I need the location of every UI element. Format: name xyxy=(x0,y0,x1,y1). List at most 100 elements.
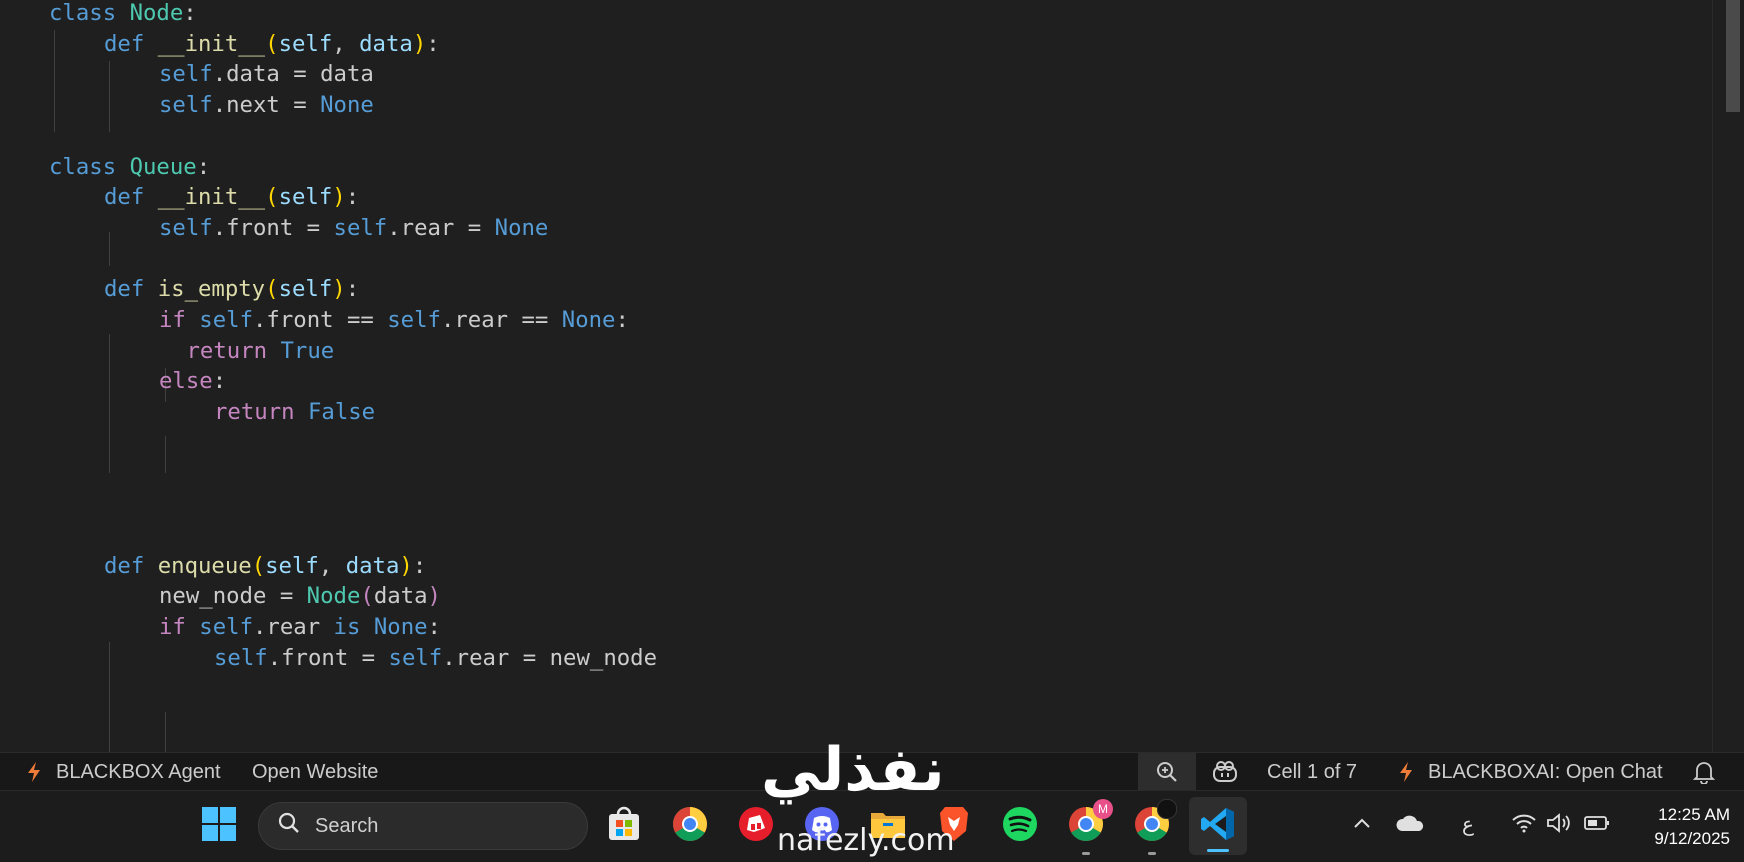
code-token: def xyxy=(104,552,145,579)
code-line[interactable]: class Queue: xyxy=(49,150,210,184)
code-line[interactable]: def __init__(self): xyxy=(104,180,359,214)
code-token: ( xyxy=(265,30,279,57)
wifi-status[interactable] xyxy=(1510,811,1538,839)
blackbox-agent-label: BLACKBOX Agent xyxy=(56,761,221,783)
code-line[interactable]: return False xyxy=(214,395,375,429)
spotify-button[interactable] xyxy=(999,805,1041,847)
running-indicator xyxy=(1082,852,1090,855)
battery-status[interactable] xyxy=(1583,811,1611,839)
code-token: .front == xyxy=(253,307,388,333)
blackbox-open-chat-item[interactable]: BLACKBOXAI: Open Chat xyxy=(1398,753,1663,791)
code-token: self xyxy=(199,307,253,333)
folder-icon xyxy=(869,807,907,846)
chrome-profile-m-button[interactable]: M xyxy=(1065,799,1113,855)
code-token: ( xyxy=(251,552,266,579)
indent-guide xyxy=(109,334,110,473)
status-bar: BLACKBOX Agent Open Website Cell 1 of 7 … xyxy=(0,752,1744,791)
code-line[interactable]: def __init__(self, data): xyxy=(104,27,440,61)
open-website-label: Open Website xyxy=(252,761,379,783)
code-line[interactable]: else: xyxy=(159,364,226,398)
code-line[interactable]: self.front = self.rear = None xyxy=(159,211,548,245)
onedrive-button[interactable] xyxy=(1394,811,1426,839)
vscode-button[interactable] xyxy=(1189,797,1247,855)
vscode-icon xyxy=(1200,806,1236,847)
code-line[interactable]: def enqueue(self, data): xyxy=(104,549,426,583)
profile-badge: M xyxy=(1093,799,1113,819)
code-line[interactable]: self.data = data xyxy=(159,57,374,91)
indent-guide xyxy=(165,712,166,752)
input-language-button[interactable]: ع xyxy=(1456,809,1480,839)
code-line[interactable]: self.next = None xyxy=(159,88,374,122)
cell-indicator[interactable]: Cell 1 of 7 xyxy=(1267,753,1357,791)
microsoft-store-button[interactable] xyxy=(603,805,645,847)
code-token: self xyxy=(388,644,443,671)
indent-guide xyxy=(109,232,110,266)
code-line[interactable]: return True xyxy=(187,334,335,368)
chrome-icon xyxy=(672,806,708,847)
taskbar-search[interactable]: Search xyxy=(258,802,588,850)
blackbox-agent-item[interactable]: BLACKBOX Agent xyxy=(26,753,221,791)
code-token: def xyxy=(104,30,145,57)
file-explorer-button[interactable] xyxy=(867,805,909,847)
code-token: self xyxy=(159,92,213,119)
code-token: self xyxy=(333,214,388,241)
copilot-button[interactable] xyxy=(1212,753,1238,791)
code-line[interactable]: if self.front == self.rear == None: xyxy=(159,303,629,337)
code-token: .front = xyxy=(267,644,389,671)
language-label: ع xyxy=(1462,813,1474,836)
code-token: Node xyxy=(129,0,184,26)
brave-button[interactable] xyxy=(933,805,975,847)
zoom-button[interactable] xyxy=(1138,753,1196,791)
code-editor[interactable]: class Node: def __init__(self, data): self… xyxy=(0,0,1712,752)
open-chat-label: BLACKBOXAI: Open Chat xyxy=(1428,761,1663,783)
open-website-item[interactable]: Open Website xyxy=(252,753,378,791)
notifications-button[interactable] xyxy=(1693,753,1715,791)
code-token: : xyxy=(427,614,441,640)
active-indicator xyxy=(1207,849,1229,852)
code-token: .front = xyxy=(212,214,334,241)
code-line[interactable]: def is_empty(self): xyxy=(104,272,359,306)
discord-button[interactable] xyxy=(801,805,843,847)
volume-status[interactable] xyxy=(1545,811,1573,839)
code-token: ( xyxy=(360,583,374,610)
code-token: self xyxy=(278,30,333,57)
code-token: return xyxy=(214,399,295,426)
code-token: : xyxy=(615,307,629,333)
code-token: self xyxy=(387,307,441,333)
code-token: : xyxy=(345,184,360,211)
code-token: Node xyxy=(306,583,361,610)
start-button[interactable] xyxy=(198,805,240,847)
system-clock[interactable]: 12:25 AM 9/12/2025 xyxy=(1620,803,1730,851)
code-line[interactable]: new_node = Node(data) xyxy=(159,579,441,613)
code-token: self xyxy=(278,184,333,211)
code-line[interactable]: if self.rear is None: xyxy=(159,610,441,644)
chrome-button[interactable] xyxy=(669,805,711,847)
code-token: def xyxy=(104,276,145,303)
show-hidden-icons-button[interactable] xyxy=(1350,813,1374,837)
scrollbar-thumb[interactable] xyxy=(1726,0,1740,112)
editor-scrollbar[interactable] xyxy=(1712,0,1744,752)
chrome-profile-button[interactable] xyxy=(1131,799,1177,855)
clock-date: 9/12/2025 xyxy=(1654,829,1730,848)
code-token: return xyxy=(186,337,268,364)
code-token: ) xyxy=(332,276,346,303)
code-line[interactable]: self.front = self.rear = new_node xyxy=(214,641,657,675)
code-token: ) xyxy=(332,184,346,211)
discord-icon xyxy=(804,806,840,847)
code-line[interactable]: class Node: xyxy=(49,0,197,30)
code-token: self xyxy=(159,214,213,241)
riot-client-button[interactable] xyxy=(735,805,777,847)
code-token: __init__ xyxy=(157,30,266,57)
code-token: .rear = new_node xyxy=(442,644,658,671)
indent-guide xyxy=(165,436,166,473)
code-token: ) xyxy=(412,30,427,57)
indent-guide xyxy=(109,61,110,132)
code-token: ( xyxy=(265,184,279,211)
lightning-icon xyxy=(1398,761,1414,783)
